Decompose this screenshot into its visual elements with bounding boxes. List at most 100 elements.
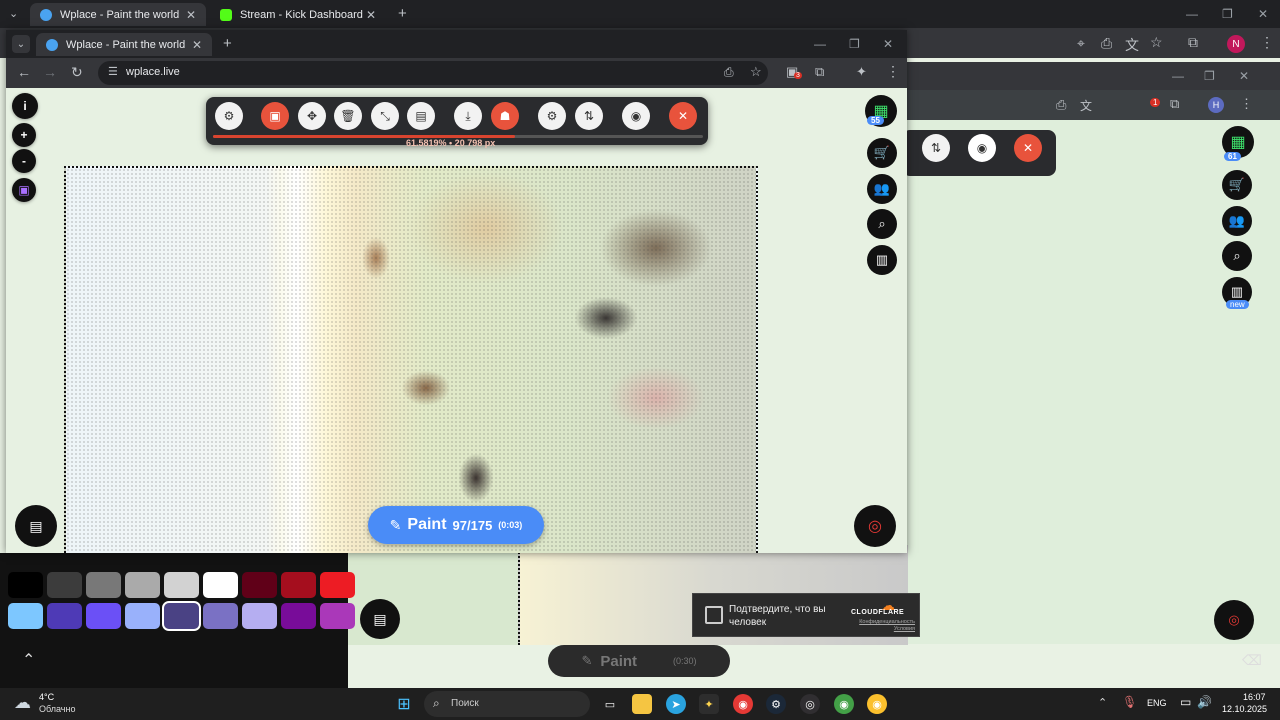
collapse-palette-icon[interactable]: ⌃ <box>22 650 35 670</box>
close-window-icon[interactable]: ✕ <box>1239 69 1249 83</box>
download-icon[interactable]: ⤓ <box>454 102 482 130</box>
weather-desc[interactable]: Облачно <box>39 704 75 714</box>
task-view-icon[interactable]: ▭ <box>600 694 620 714</box>
clock-time[interactable]: 16:07 <box>1243 692 1266 702</box>
cast-icon[interactable]: ⎙ <box>1056 97 1066 113</box>
minimize-icon[interactable]: — <box>1186 7 1198 21</box>
clipboard-icon[interactable]: ▤ <box>407 102 435 130</box>
tab-kick-dashboard[interactable]: Stream - Kick Dashboard ✕ <box>210 3 386 26</box>
extension-badge[interactable]: 1 <box>1150 98 1161 107</box>
alliance-icon[interactable]: 👥 <box>867 174 897 204</box>
list-order-icon[interactable]: ⇅ <box>922 134 950 162</box>
back-arrow-icon[interactable]: ← <box>17 64 31 80</box>
resize-icon[interactable]: ⤡ <box>371 102 399 130</box>
cloudflare-links[interactable]: Конфиденциальность Условия <box>845 619 915 633</box>
new-tab-button[interactable]: + <box>398 5 407 22</box>
weather-temp[interactable]: 4°C <box>39 692 54 702</box>
minimize-icon[interactable]: — <box>1172 69 1184 83</box>
extensions-icon[interactable]: ⧉ <box>1188 34 1198 51</box>
app-icon[interactable]: ✦ <box>699 694 719 714</box>
extensions-icon[interactable]: ⧉ <box>1170 96 1179 112</box>
robot-icon[interactable]: ☗ <box>491 102 519 130</box>
palette-swatch[interactable] <box>162 601 201 631</box>
forward-arrow-icon[interactable]: → <box>43 64 57 80</box>
locate-icon[interactable]: ◎ <box>1214 600 1254 640</box>
telegram-icon[interactable]: ➤ <box>666 694 686 714</box>
alliance-icon[interactable]: 👥 <box>1222 206 1252 236</box>
search-place-icon[interactable]: ⌕ <box>867 209 897 239</box>
palette-swatch[interactable] <box>86 603 121 629</box>
zoom-in-button[interactable]: + <box>12 123 36 147</box>
captcha-checkbox[interactable] <box>705 606 723 624</box>
tab-search-button[interactable]: ⌄ <box>9 7 18 20</box>
shop-cart-icon[interactable]: 🛒 <box>867 138 897 168</box>
network-icon[interactable]: ▭ <box>1180 695 1191 709</box>
bot-logo-icon[interactable]: ⚙ <box>215 102 243 130</box>
obs-icon[interactable]: ◎ <box>800 694 820 714</box>
close-bot-button[interactable]: ✕ <box>1014 134 1042 162</box>
palette-swatch[interactable] <box>8 572 43 598</box>
eraser-icon[interactable]: ⌫ <box>1242 652 1262 669</box>
discord-icon[interactable]: ◉ <box>968 134 996 162</box>
location-icon[interactable]: ⌖ <box>1077 35 1085 52</box>
cast-icon[interactable]: ⎙ <box>724 65 734 80</box>
bookmark-star-icon[interactable]: ☆ <box>750 64 762 80</box>
translate-icon[interactable]: 文 <box>1125 35 1139 55</box>
close-window-icon[interactable]: ✕ <box>1258 7 1268 21</box>
twitch-icon[interactable]: ▣ <box>12 178 36 202</box>
close-icon[interactable]: ✕ <box>192 38 202 52</box>
volume-icon[interactable]: 🔊 <box>1197 695 1212 709</box>
palette-swatch[interactable] <box>203 572 238 598</box>
chrome-active-icon[interactable]: ◉ <box>867 694 887 714</box>
reload-icon[interactable]: ↻ <box>71 64 83 81</box>
palette-swatch[interactable] <box>125 572 160 598</box>
wplace-map-canvas[interactable]: i + - ▣ ⚙ ▣ ✥ 🗑 ⤡ ▤ ⤓ ☗ ⚙ ⇅ ◉ ✕ 61.5819%… <box>6 88 907 553</box>
palette-swatch[interactable] <box>281 603 316 629</box>
site-settings-icon[interactable]: ☰ <box>108 65 118 78</box>
tab-wplace[interactable]: Wplace - Paint the world ✕ <box>36 33 212 56</box>
close-icon[interactable]: ✕ <box>366 8 376 22</box>
translate-icon[interactable]: 文 <box>1080 97 1092 114</box>
palette-swatch[interactable] <box>47 572 82 598</box>
restore-icon[interactable]: ❐ <box>1222 7 1233 21</box>
clock-date[interactable]: 12.10.2025 <box>1222 704 1267 714</box>
chrome-icon[interactable]: ◉ <box>733 694 753 714</box>
palette-swatch[interactable] <box>320 572 355 598</box>
discord-icon[interactable]: ◉ <box>622 102 650 130</box>
weather-cloud-icon[interactable]: ☁ <box>14 693 31 713</box>
locate-icon[interactable]: ◎ <box>854 505 896 547</box>
steam-icon[interactable]: ⚙ <box>766 694 786 714</box>
paint-button[interactable]: ✎ Paint 97/175 (0:03) <box>368 506 544 544</box>
language-indicator[interactable]: ENG <box>1147 698 1167 708</box>
palette-swatch[interactable] <box>47 603 82 629</box>
cast-icon[interactable]: ⎙ <box>1101 35 1112 52</box>
palette-swatch[interactable] <box>242 603 277 629</box>
palette-swatch[interactable] <box>203 603 238 629</box>
behind-paint-button[interactable]: ✎ Paint (0:30) <box>548 645 730 677</box>
tab-wplace[interactable]: Wplace - Paint the world ✕ <box>30 3 206 26</box>
taskbar-search[interactable]: ⌕ Поиск <box>424 691 590 717</box>
chrome-profile-icon[interactable]: ◉ <box>834 694 854 714</box>
menu-dots-icon[interactable]: ⋮ <box>1240 96 1253 112</box>
palette-swatch[interactable] <box>242 572 277 598</box>
close-icon[interactable]: ✕ <box>186 8 196 22</box>
profile-avatar[interactable]: N <box>1227 35 1245 53</box>
map-style-button[interactable]: ▤ <box>15 505 57 547</box>
address-bar[interactable]: ☰ wplace.live ⎙ ☆ <box>98 61 768 85</box>
close-bot-button[interactable]: ✕ <box>669 102 697 130</box>
pixel-art-template[interactable] <box>64 166 758 553</box>
zoom-out-button[interactable]: - <box>12 149 36 173</box>
menu-dots-icon[interactable]: ⋮ <box>1260 34 1274 51</box>
search-place-icon[interactable]: ⌕ <box>1222 241 1252 271</box>
file-explorer-icon[interactable] <box>632 694 652 714</box>
bookmark-star-icon[interactable]: ☆ <box>1150 34 1163 51</box>
move-icon[interactable]: ✥ <box>298 102 326 130</box>
palette-swatch[interactable] <box>125 603 160 629</box>
upload-image-icon[interactable]: ▣ <box>261 102 289 130</box>
tab-search-button[interactable]: ⌄ <box>12 35 30 53</box>
settings-icon[interactable]: ⚙ <box>538 102 566 130</box>
menu-dots-icon[interactable]: ⋮ <box>886 63 900 80</box>
windows-start-icon[interactable]: ⊞ <box>394 694 414 714</box>
delete-icon[interactable]: 🗑 <box>334 102 362 130</box>
palette-swatch[interactable] <box>8 603 43 629</box>
